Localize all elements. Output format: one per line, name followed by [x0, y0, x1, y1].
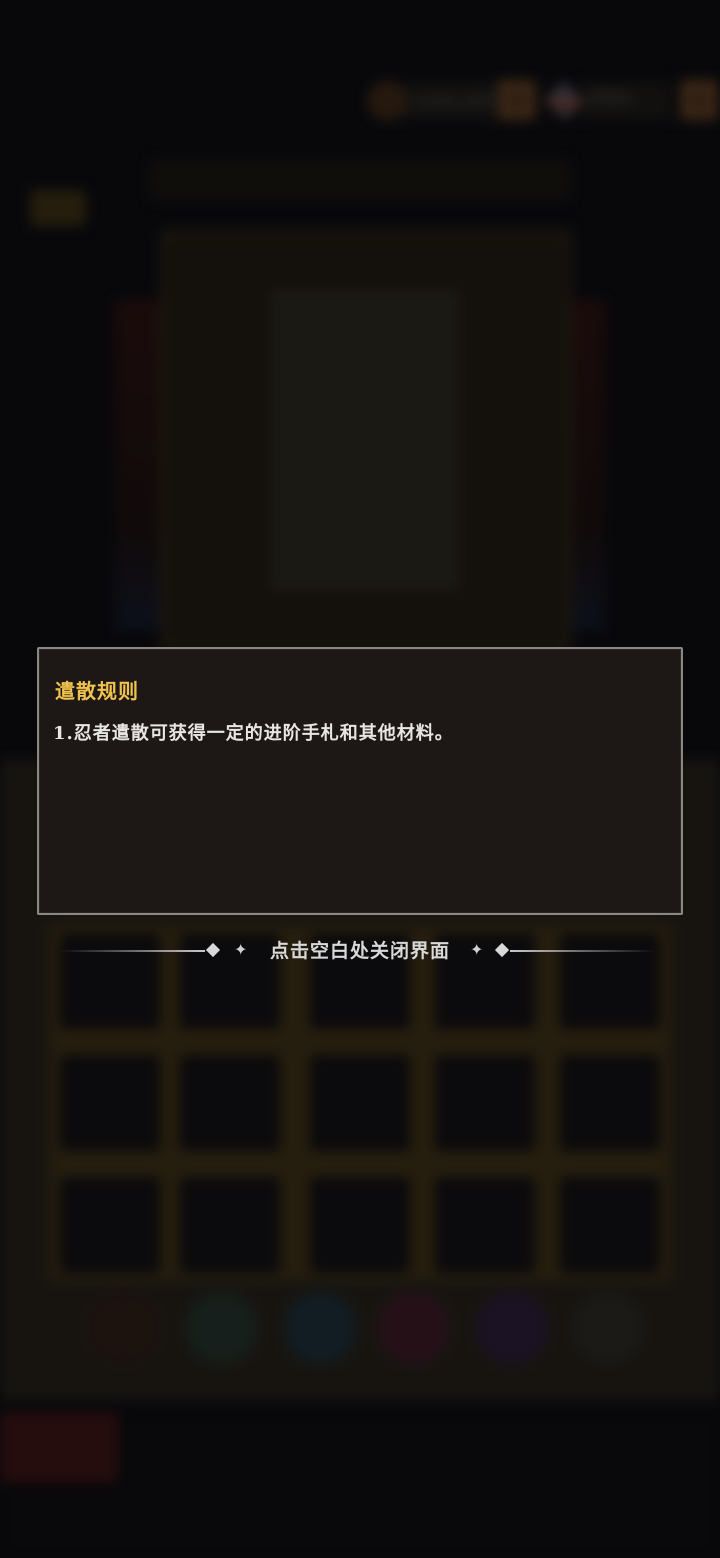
diamond-icon [494, 942, 510, 958]
close-hint-text: 点击空白处关闭界面 [269, 940, 450, 962]
shuriken-icon: ✦ [470, 940, 484, 959]
rules-dialog: 遣散规则 1.忍者遣散可获得一定的进阶手札和其他材料。 [37, 647, 683, 915]
close-hint[interactable]: ✦ 点击空白处关闭界面 ✦ [60, 936, 660, 966]
rule-item: 1.忍者遣散可获得一定的进阶手札和其他材料。 [53, 723, 454, 744]
divider-right [510, 950, 655, 952]
dialog-title: 遣散规则 [55, 679, 139, 703]
divider-left [60, 950, 205, 952]
diamond-icon [205, 942, 221, 958]
